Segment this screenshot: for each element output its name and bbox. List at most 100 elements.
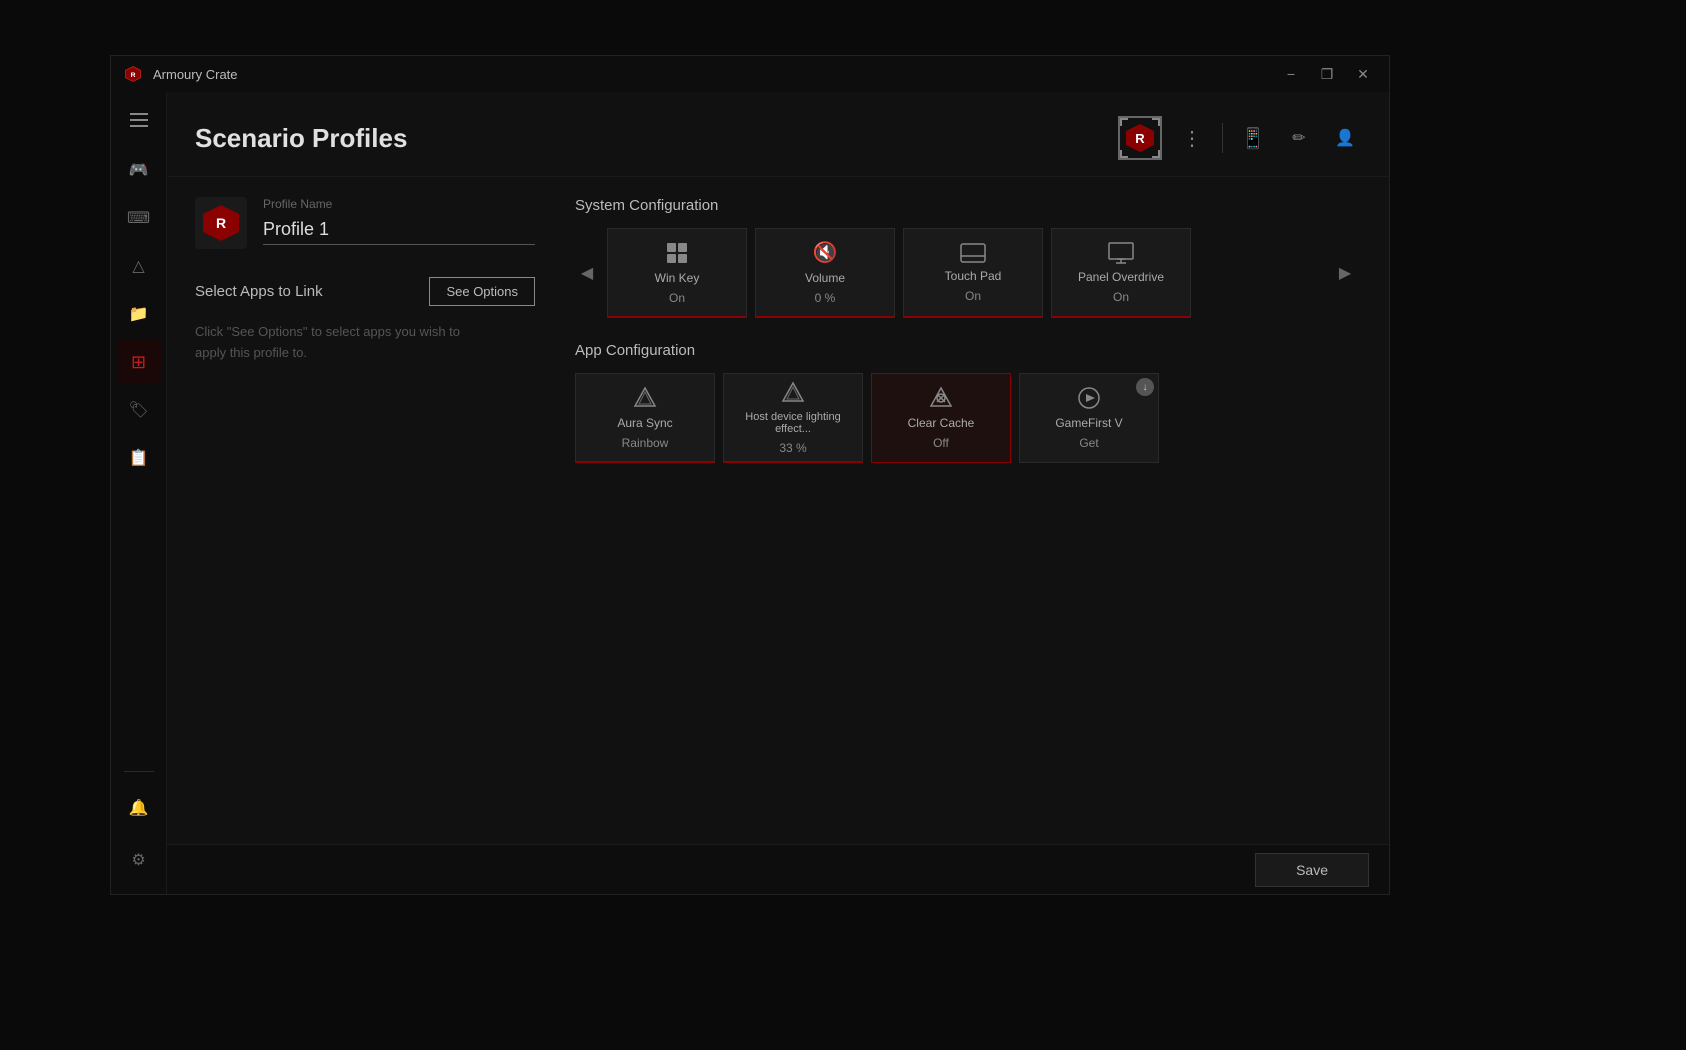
right-panel: System Configuration ◀ bbox=[575, 197, 1361, 824]
clear-cache-icon bbox=[929, 386, 953, 410]
select-apps-row: Select Apps to Link See Options bbox=[195, 277, 535, 306]
volume-card[interactable]: 🔇 Volume 0 % bbox=[755, 228, 895, 318]
left-panel: R Profile Name Select Apps to Link See O… bbox=[195, 197, 535, 824]
profile-icon: R bbox=[195, 197, 247, 249]
volume-icon: 🔇 bbox=[813, 240, 838, 265]
app-window: R Armoury Crate − ❐ ✕ 🎮 ⌨ bbox=[110, 55, 1390, 895]
win-key-value: On bbox=[669, 291, 685, 305]
app-config-grid: Aura Sync Rainbow bbox=[575, 373, 1357, 463]
aura-sync-icon bbox=[633, 386, 657, 410]
sidebar-item-media[interactable]: 📁 bbox=[117, 292, 161, 336]
rog-logo-frame: R bbox=[1118, 116, 1162, 160]
win-key-name: Win Key bbox=[655, 271, 700, 285]
sidebar-item-scenario[interactable]: ⊞ bbox=[117, 340, 161, 384]
panel-overdrive-icon bbox=[1108, 242, 1134, 264]
app-title: Armoury Crate bbox=[153, 67, 238, 82]
touch-pad-value: On bbox=[965, 289, 981, 303]
manual-icon: 📋 bbox=[129, 448, 149, 468]
app-icon: R bbox=[123, 64, 143, 84]
touch-pad-card[interactable]: Touch Pad On bbox=[903, 228, 1043, 318]
menu-button[interactable] bbox=[119, 102, 159, 138]
edit-icon[interactable]: ✏ bbox=[1283, 122, 1315, 154]
host-device-card[interactable]: Host device lighting effect... 33 % bbox=[723, 373, 863, 463]
win-key-card[interactable]: Win Key On bbox=[607, 228, 747, 318]
corner-br bbox=[1152, 150, 1160, 158]
hamburger-line-3 bbox=[130, 125, 148, 127]
panel-overdrive-card[interactable]: Panel Overdrive On bbox=[1051, 228, 1191, 318]
main-content: Scenario Profiles R ⋮ 📱 ✏ bbox=[167, 92, 1389, 894]
gamefirst-value: Get bbox=[1079, 436, 1098, 450]
profile-name-input[interactable] bbox=[263, 215, 535, 245]
aura-sync-card[interactable]: Aura Sync Rainbow bbox=[575, 373, 715, 463]
save-button[interactable]: Save bbox=[1255, 853, 1369, 887]
host-device-name: Host device lighting effect... bbox=[724, 411, 862, 435]
corner-tr bbox=[1152, 118, 1160, 126]
touch-pad-icon bbox=[960, 243, 986, 263]
prev-arrow[interactable]: ◀ bbox=[575, 261, 599, 285]
win-key-icon bbox=[665, 241, 689, 265]
volume-name: Volume bbox=[805, 271, 845, 285]
page-title: Scenario Profiles bbox=[195, 123, 407, 154]
next-arrow[interactable]: ▶ bbox=[1333, 261, 1357, 285]
content-area: R Profile Name Select Apps to Link See O… bbox=[167, 177, 1389, 844]
host-device-icon bbox=[781, 381, 805, 405]
sidebar: 🎮 ⌨ △ 📁 ⊞ 🏷 📋 🔔 bbox=[111, 92, 167, 894]
sidebar-item-aura[interactable]: △ bbox=[117, 244, 161, 288]
more-options-button[interactable]: ⋮ bbox=[1176, 122, 1208, 154]
sidebar-item-settings[interactable]: ⚙ bbox=[117, 838, 161, 882]
app-config-section: App Configuration bbox=[575, 342, 1357, 463]
app-body: 🎮 ⌨ △ 📁 ⊞ 🏷 📋 🔔 bbox=[111, 92, 1389, 894]
see-options-button[interactable]: See Options bbox=[429, 277, 535, 306]
select-apps-section: Select Apps to Link See Options Click "S… bbox=[195, 277, 535, 364]
title-bar: R Armoury Crate − ❐ ✕ bbox=[111, 56, 1389, 92]
panel-overdrive-name: Panel Overdrive bbox=[1078, 270, 1164, 284]
app-config-title: App Configuration bbox=[575, 342, 1357, 359]
svg-text:R: R bbox=[131, 72, 136, 79]
apps-hint: Click "See Options" to select apps you w… bbox=[195, 322, 535, 364]
select-apps-label: Select Apps to Link bbox=[195, 283, 323, 300]
sidebar-bottom: 🔔 ⚙ bbox=[117, 763, 161, 884]
aura-sync-name: Aura Sync bbox=[617, 416, 672, 430]
app-config-cards: Aura Sync Rainbow bbox=[575, 373, 1357, 463]
minimize-button[interactable]: − bbox=[1277, 64, 1305, 84]
notification-icon: 🔔 bbox=[129, 798, 149, 818]
divider bbox=[1222, 123, 1223, 153]
gamefirst-download-badge: ↓ bbox=[1136, 378, 1154, 396]
media-icon: 📁 bbox=[129, 304, 149, 324]
gaming-icon: 🎮 bbox=[129, 160, 149, 180]
user-icon[interactable]: 👤 bbox=[1329, 122, 1361, 154]
top-icons-row: R ⋮ 📱 ✏ 👤 bbox=[1118, 116, 1361, 160]
page-header: Scenario Profiles R ⋮ 📱 ✏ bbox=[167, 92, 1389, 177]
system-config-cards: Win Key On 🔇 Volume 0 % bbox=[607, 228, 1325, 318]
touch-pad-name: Touch Pad bbox=[945, 269, 1002, 283]
profile-section: R Profile Name bbox=[195, 197, 535, 249]
restore-button[interactable]: ❐ bbox=[1313, 64, 1341, 84]
device-icon[interactable]: 📱 bbox=[1237, 122, 1269, 154]
aura-sync-value: Rainbow bbox=[622, 436, 669, 450]
settings-icon: ⚙ bbox=[131, 850, 145, 870]
sidebar-item-gaming[interactable]: 🎮 bbox=[117, 148, 161, 192]
title-bar-controls: − ❐ ✕ bbox=[1277, 64, 1377, 84]
volume-value: 0 % bbox=[815, 291, 836, 305]
gamefirst-icon bbox=[1077, 386, 1101, 410]
corner-bl bbox=[1120, 150, 1128, 158]
system-config-grid: ◀ bbox=[575, 228, 1357, 318]
sidebar-item-notifications[interactable]: 🔔 bbox=[117, 786, 161, 830]
hamburger-line-2 bbox=[130, 119, 148, 121]
aura-icon: △ bbox=[132, 256, 144, 276]
sidebar-item-keyboard[interactable]: ⌨ bbox=[117, 196, 161, 240]
profile-rog-logo: R bbox=[203, 205, 239, 241]
panel-overdrive-value: On bbox=[1113, 290, 1129, 304]
system-config-section: System Configuration ◀ bbox=[575, 197, 1357, 318]
tag-icon: 🏷 bbox=[128, 400, 148, 420]
close-button[interactable]: ✕ bbox=[1349, 64, 1377, 84]
sidebar-item-manual[interactable]: 📋 bbox=[117, 436, 161, 480]
hamburger-line-1 bbox=[130, 113, 148, 115]
corner-tl bbox=[1120, 118, 1128, 126]
clear-cache-card[interactable]: Clear Cache Off bbox=[871, 373, 1011, 463]
title-bar-left: R Armoury Crate bbox=[123, 64, 238, 84]
sidebar-item-tag[interactable]: 🏷 bbox=[117, 388, 161, 432]
system-config-title: System Configuration bbox=[575, 197, 1357, 214]
keyboard-icon: ⌨ bbox=[127, 208, 150, 228]
gamefirst-card[interactable]: ↓ GameFirst V Get bbox=[1019, 373, 1159, 463]
